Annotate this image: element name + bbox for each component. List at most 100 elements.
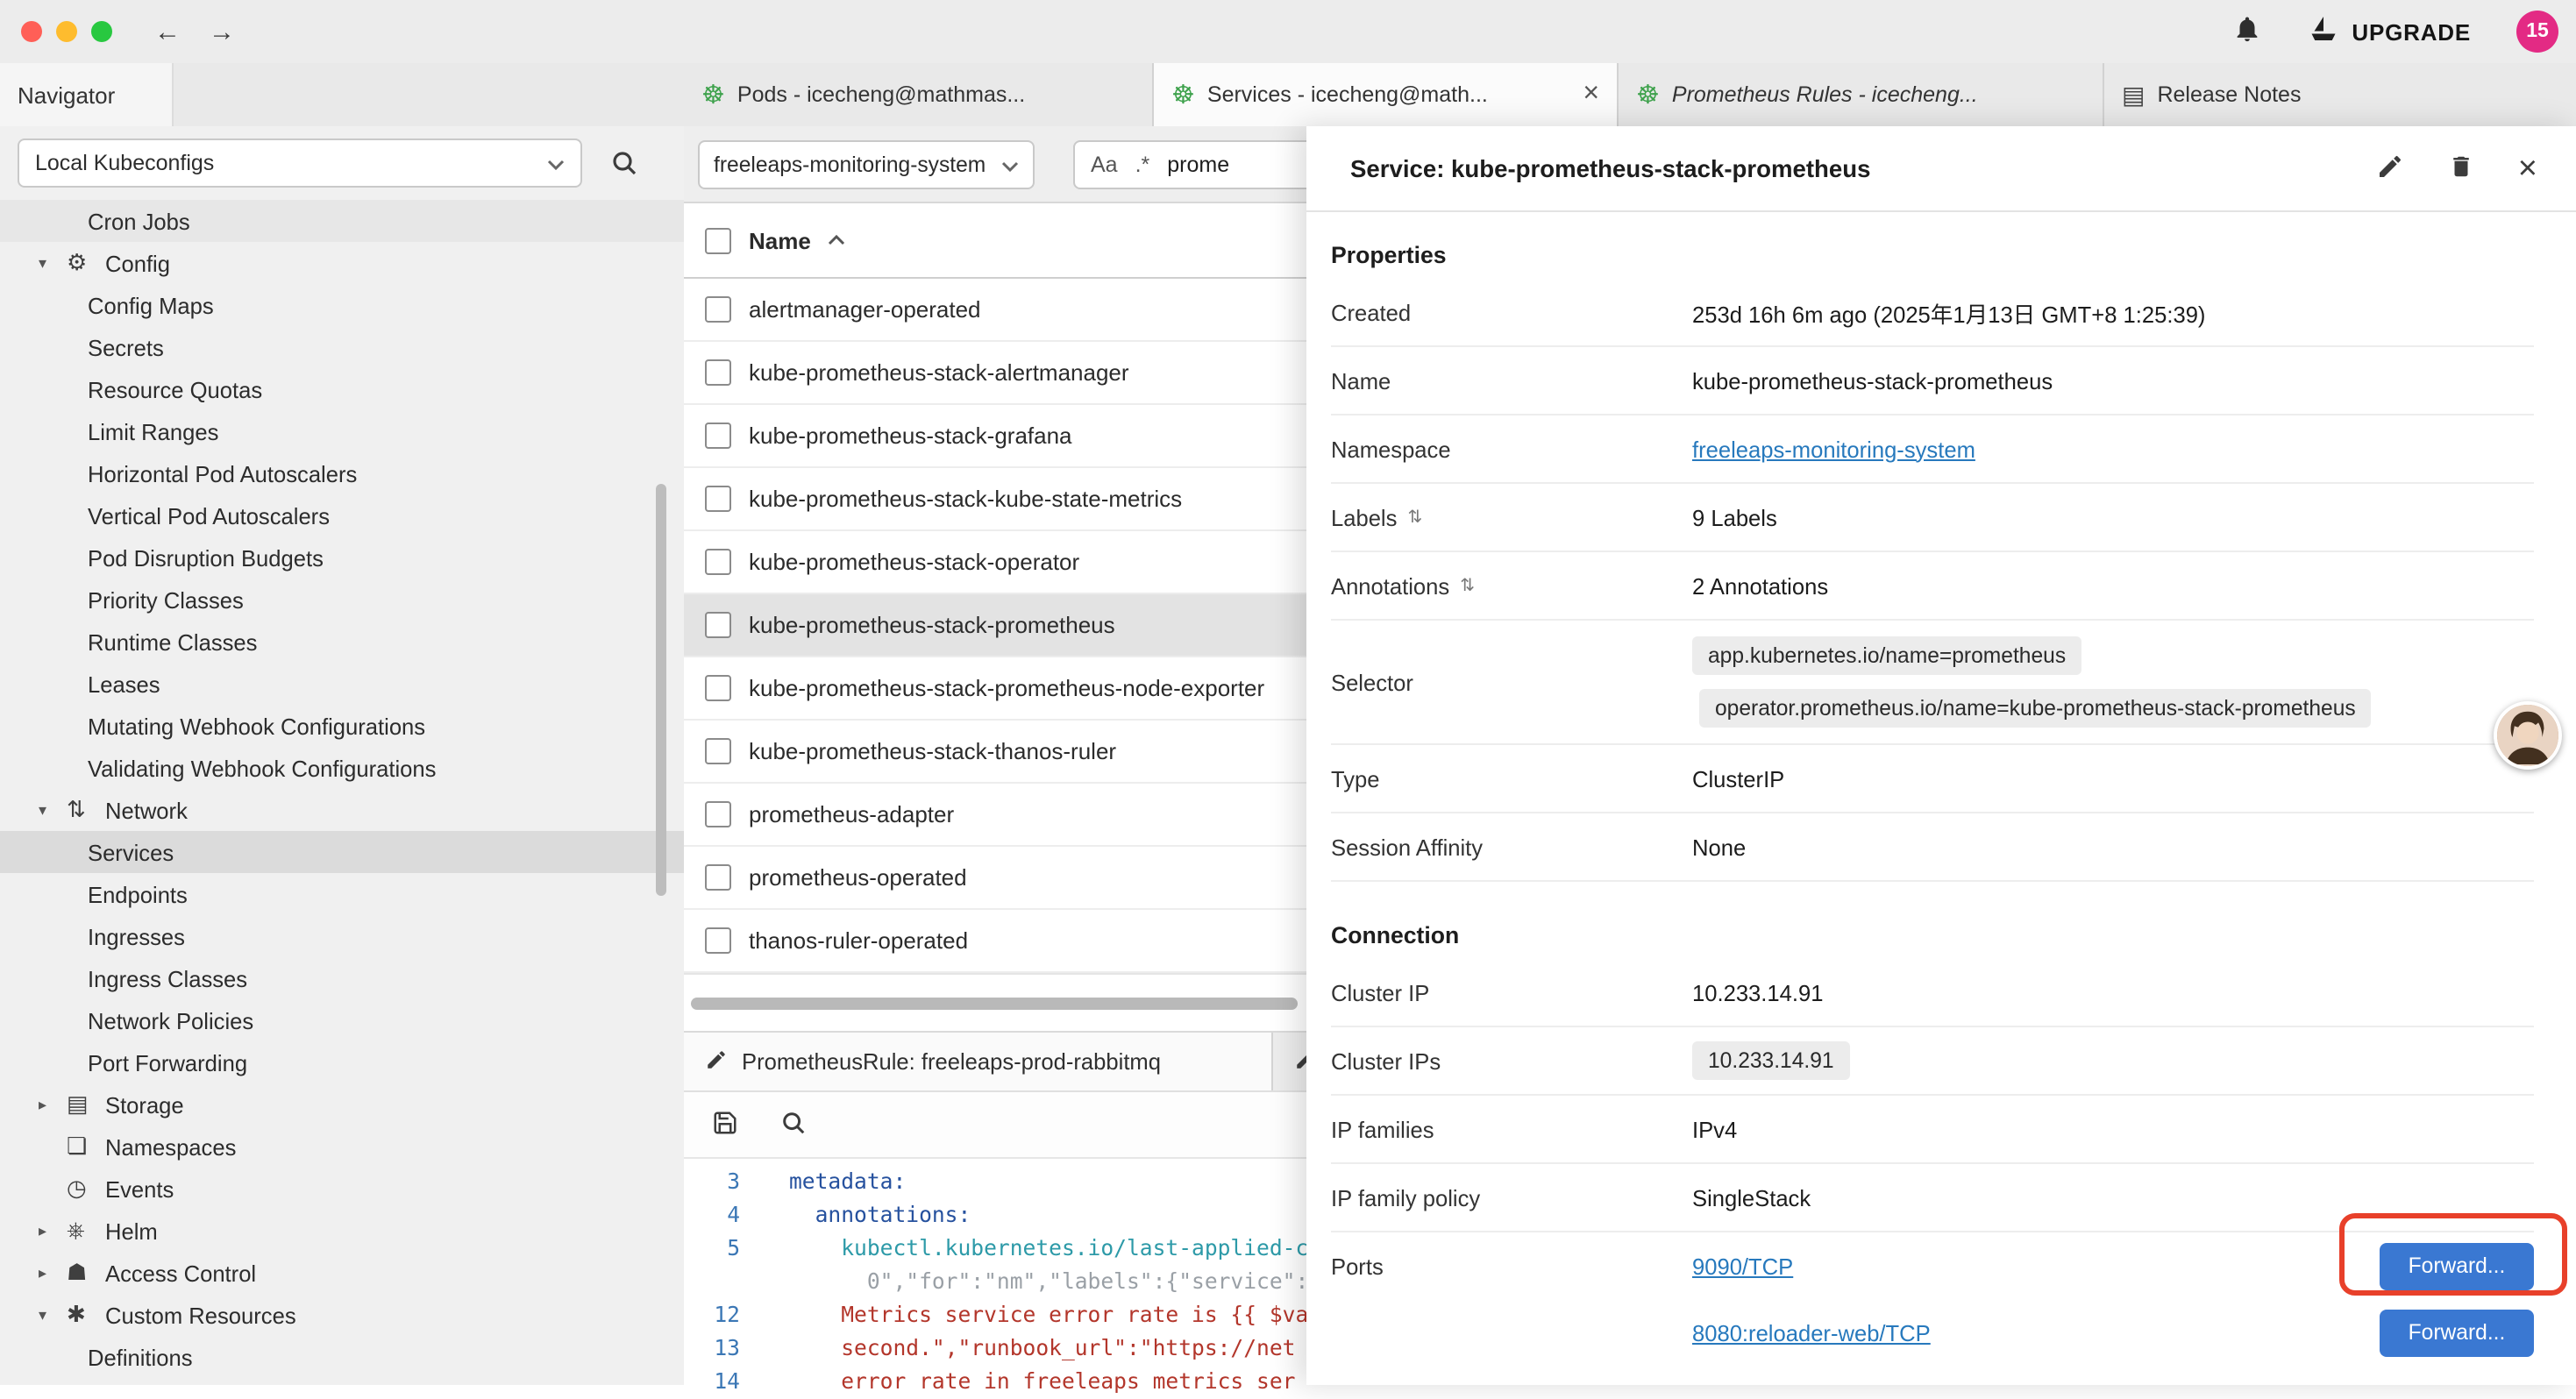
property-row-ports: Ports 9090/TCP Forward... 8080:reloader-… [1331, 1232, 2534, 1385]
back-icon[interactable]: ← [154, 17, 181, 46]
maximize-window-button[interactable] [91, 21, 112, 42]
tab-prometheus-rules[interactable]: ☸ Prometheus Rules - icecheng... [1619, 63, 2104, 126]
row-checkbox[interactable] [705, 738, 731, 764]
properties-section-heading: Properties [1331, 230, 2534, 279]
tab-pods[interactable]: ☸ Pods - icecheng@mathmas... [684, 63, 1154, 126]
sidebar-item-limit-ranges[interactable]: Limit Ranges [0, 410, 684, 452]
sidebar-item-storage[interactable]: ▸▤Storage [0, 1083, 684, 1126]
kubernetes-icon: ☸ [1636, 82, 1660, 108]
notification-count-badge[interactable]: 15 [2516, 11, 2558, 53]
sidebar-item-namespaces[interactable]: ❏Namespaces [0, 1126, 684, 1168]
tab-services-active[interactable]: ☸ Services - icecheng@math... × [1154, 63, 1619, 126]
port-link[interactable]: 8080:reloader-web/TCP [1692, 1319, 1931, 1346]
code-line: 0","for":"nm","labels":{"service": [740, 1266, 1308, 1299]
sidebar-item-ingress-classes[interactable]: Ingress Classes [0, 957, 684, 999]
upgrade-icon [2308, 13, 2339, 50]
tab-release-notes[interactable]: ▤ Release Notes [2104, 63, 2576, 126]
editor-search-icon[interactable] [780, 1109, 807, 1140]
match-case-toggle[interactable]: Aa [1091, 152, 1118, 176]
row-checkbox[interactable] [705, 296, 731, 323]
sort-toggle-icon[interactable]: ⇅ [1460, 576, 1475, 595]
delete-button[interactable] [2448, 152, 2474, 185]
sidebar-item-runtime-classes[interactable]: Runtime Classes [0, 621, 684, 663]
row-checkbox[interactable] [705, 612, 731, 638]
line-number [684, 1266, 740, 1299]
navigator-tree: Cron Jobs ▾⚙Config Config Maps Secrets R… [0, 200, 684, 1378]
notifications-bell-icon[interactable] [2232, 14, 2262, 49]
row-checkbox[interactable] [705, 549, 731, 575]
chevron-down-icon[interactable]: ▾ [39, 1305, 67, 1324]
namespace-link[interactable]: freeleaps-monitoring-system [1692, 436, 1975, 462]
sidebar-item-resource-quotas[interactable]: Resource Quotas [0, 368, 684, 410]
sidebar-item-secrets[interactable]: Secrets [0, 326, 684, 368]
sidebar-item-helm[interactable]: ▸⎈Helm [0, 1210, 684, 1252]
name-column-header[interactable]: Name [749, 227, 811, 253]
chevron-down-icon[interactable]: ▾ [39, 800, 67, 820]
chevron-down-icon[interactable]: ▾ [39, 253, 67, 273]
sidebar-item-priority-classes[interactable]: Priority Classes [0, 579, 684, 621]
sidebar-item-cron-jobs[interactable]: Cron Jobs [0, 200, 684, 242]
sidebar-item-network[interactable]: ▾⇅Network [0, 789, 684, 831]
sidebar-item-config-maps[interactable]: Config Maps [0, 284, 684, 326]
forward-button[interactable]: Forward... [2380, 1309, 2534, 1356]
property-row-annotations: Annotations⇅ 2 Annotations [1331, 552, 2534, 621]
close-window-button[interactable] [21, 21, 42, 42]
line-number: 12 [684, 1299, 740, 1332]
sidebar-scrollbar[interactable] [656, 484, 666, 896]
sidebar-item-vertical-pod-autoscalers[interactable]: Vertical Pod Autoscalers [0, 494, 684, 536]
select-all-checkbox[interactable] [705, 227, 731, 253]
user-avatar[interactable] [2494, 701, 2562, 770]
save-icon[interactable] [712, 1109, 738, 1140]
dock-tab-prometheusrule[interactable]: PrometheusRule: freeleaps-prod-rabbitmq [684, 1033, 1273, 1090]
close-tab-icon[interactable]: × [1583, 79, 1599, 110]
sidebar-item-definitions[interactable]: Definitions [0, 1336, 684, 1378]
sidebar-item-validating-webhook-configurations[interactable]: Validating Webhook Configurations [0, 747, 684, 789]
sidebar-item-leases[interactable]: Leases [0, 663, 684, 705]
sidebar-search-icon[interactable] [610, 149, 638, 177]
sidebar-item-ingresses[interactable]: Ingresses [0, 915, 684, 957]
row-checkbox[interactable] [705, 927, 731, 954]
edit-button[interactable] [2376, 152, 2404, 185]
list-search-input[interactable]: Aa .* prome [1073, 139, 1336, 188]
kubeconfig-selector[interactable]: Local Kubeconfigs [18, 138, 582, 188]
row-checkbox[interactable] [705, 801, 731, 827]
sidebar-item-config[interactable]: ▾⚙Config [0, 242, 684, 284]
labels-value: 9 Labels [1692, 504, 1777, 530]
sidebar-item-mutating-webhook-configurations[interactable]: Mutating Webhook Configurations [0, 705, 684, 747]
sidebar-item-services[interactable]: Services [0, 831, 684, 873]
sort-toggle-icon[interactable]: ⇅ [1407, 508, 1422, 527]
sidebar-item-port-forwarding[interactable]: Port Forwarding [0, 1041, 684, 1083]
sidebar-item-network-policies[interactable]: Network Policies [0, 999, 684, 1041]
close-drawer-button[interactable]: × [2518, 152, 2537, 185]
scrollbar-thumb[interactable] [691, 998, 1298, 1010]
window-controls [0, 21, 112, 42]
sidebar-item-pod-disruption-budgets[interactable]: Pod Disruption Budgets [0, 536, 684, 579]
row-checkbox[interactable] [705, 675, 731, 701]
sort-ascending-icon[interactable] [829, 235, 846, 245]
forward-icon[interactable]: → [209, 17, 235, 46]
property-row-selector: Selector app.kubernetes.io/name=promethe… [1331, 621, 2534, 745]
chevron-right-icon[interactable]: ▸ [39, 1263, 67, 1282]
sidebar-item-horizontal-pod-autoscalers[interactable]: Horizontal Pod Autoscalers [0, 452, 684, 494]
port-link[interactable]: 9090/TCP [1692, 1253, 1793, 1279]
sidebar-item-access-control[interactable]: ▸☗Access Control [0, 1252, 684, 1294]
upgrade-button[interactable]: UPGRADE [2308, 13, 2471, 50]
name-value: kube-prometheus-stack-prometheus [1692, 367, 2053, 394]
row-checkbox[interactable] [705, 486, 731, 512]
edit-pencil-icon [705, 1047, 728, 1076]
row-checkbox[interactable] [705, 359, 731, 386]
navigator-sidebar: Local Kubeconfigs Cron Jobs ▾⚙Config Con… [0, 126, 686, 1385]
port-row: 8080:reloader-web/TCP Forward... [1692, 1299, 2534, 1366]
minimize-window-button[interactable] [56, 21, 77, 42]
namespace-selector[interactable]: freeleaps-monitoring-system [698, 139, 1035, 188]
forward-button[interactable]: Forward... [2380, 1242, 2534, 1289]
access-control-icon: ☗ [67, 1259, 102, 1287]
chevron-right-icon[interactable]: ▸ [39, 1095, 67, 1114]
regex-toggle[interactable]: .* [1135, 152, 1150, 176]
row-checkbox[interactable] [705, 423, 731, 449]
chevron-right-icon[interactable]: ▸ [39, 1221, 67, 1240]
sidebar-item-endpoints[interactable]: Endpoints [0, 873, 684, 915]
sidebar-item-custom-resources[interactable]: ▾✱Custom Resources [0, 1294, 684, 1336]
row-checkbox[interactable] [705, 864, 731, 891]
sidebar-item-events[interactable]: ◷Events [0, 1168, 684, 1210]
